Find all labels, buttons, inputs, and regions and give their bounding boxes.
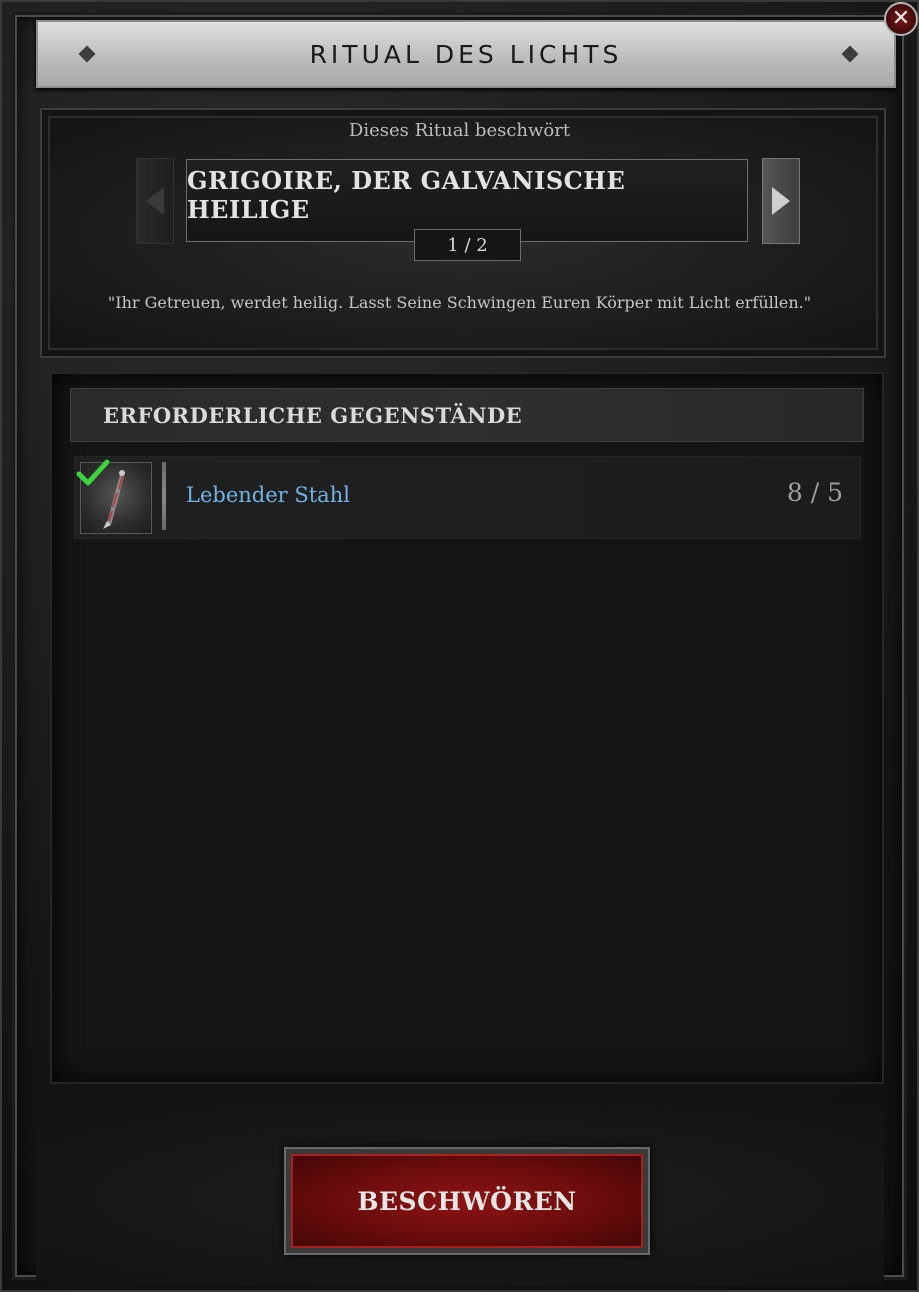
required-items-title: ERFORDERLICHE GEGENSTÄNDE	[103, 402, 523, 428]
page-counter: 1 / 2	[414, 229, 521, 261]
item-count: 8 / 5	[786, 478, 843, 507]
arrow-left-icon	[146, 187, 164, 215]
boss-name: GRIGOIRE, DER GALVANISCHE HEILIGE	[187, 165, 626, 224]
ritual-quote: "Ihr Getreuen, werdet heilig. Lasst Sein…	[107, 293, 812, 312]
next-boss-button[interactable]	[762, 158, 800, 244]
close-button[interactable]: ✕	[884, 2, 918, 36]
checkmark-icon	[76, 459, 110, 486]
item-divider	[162, 462, 166, 530]
summon-button[interactable]: BESCHWÖREN	[284, 1147, 650, 1255]
window-title: RITUAL DES LICHTS	[309, 39, 623, 69]
summon-button-label: BESCHWÖREN	[357, 1186, 577, 1216]
summons-label: Dieses Ritual beschwört	[348, 120, 571, 141]
title-left-ornament	[78, 45, 96, 63]
title-bar: RITUAL DES LICHTS	[36, 20, 896, 88]
list-item[interactable]: Lebender Stahl 8 / 5	[74, 456, 861, 539]
close-icon: ✕	[891, 6, 911, 31]
item-name: Lebender Stahl	[186, 483, 350, 507]
title-right-ornament	[841, 45, 859, 63]
required-items-header: ERFORDERLICHE GEGENSTÄNDE	[70, 388, 864, 442]
arrow-right-icon	[772, 187, 790, 215]
previous-boss-button[interactable]	[136, 158, 174, 244]
